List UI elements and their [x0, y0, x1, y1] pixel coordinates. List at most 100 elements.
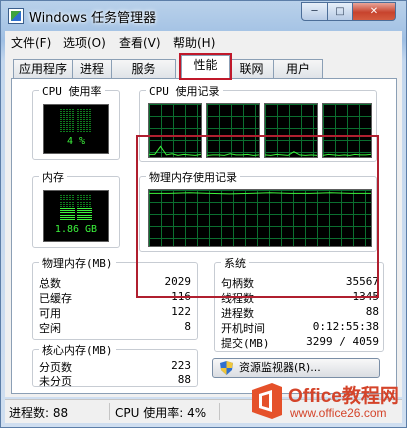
memory-meter-segment — [77, 199, 92, 201]
cpu-meter-segment — [77, 109, 92, 110]
cpu-meter-segment — [77, 127, 92, 128]
stat-row: 可用 122 — [39, 305, 191, 320]
memory-meter-segment — [77, 214, 92, 216]
tab-applications[interactable]: 应用程序 — [13, 59, 73, 78]
resource-monitor-button[interactable]: 资源监视器(R)... — [212, 358, 380, 378]
memory-label: 内存 — [39, 169, 67, 185]
task-manager-icon — [8, 8, 24, 24]
cpu-meter-segment — [60, 109, 75, 110]
cpu-meter-segment — [60, 117, 75, 118]
stat-label: 提交(MB) — [221, 337, 270, 350]
stat-value: 88 — [177, 373, 191, 386]
memory-meter-segment — [60, 197, 75, 199]
stat-row: 空闲 8 — [39, 320, 191, 335]
memory-meter-segment — [60, 205, 75, 207]
memory-meter-segment — [77, 212, 92, 214]
memory-meter-segment — [60, 201, 75, 203]
memory-group: 内存 1.86 GB — [32, 169, 120, 248]
stat-row: 未分页 88 — [39, 373, 191, 388]
menu-help[interactable]: 帮助(H) — [173, 34, 215, 51]
cpu-meter-segment — [77, 125, 92, 126]
cpu-meter-segment — [77, 123, 92, 124]
status-processes: 进程数: 88 — [9, 406, 69, 420]
cpu-meter-segment — [60, 119, 75, 120]
stat-value: 88 — [365, 305, 379, 318]
stat-label: 总数 — [39, 277, 61, 290]
stat-label: 进程数 — [221, 307, 254, 320]
status-cpu: CPU 使用率: 4% — [115, 406, 207, 420]
memory-meter-segment — [77, 205, 92, 207]
memory-meter-segment — [60, 208, 75, 210]
cpu-meter-segment — [77, 119, 92, 120]
memory-meter-segment — [77, 216, 92, 218]
memory-meter-segment — [77, 201, 92, 203]
cpu-meter-segment — [60, 127, 75, 128]
stat-row: 进程数 88 — [221, 305, 379, 320]
memory-meter-segment — [60, 199, 75, 201]
history-graphs-highlight — [136, 135, 379, 298]
tab-processes[interactable]: 进程 — [72, 59, 112, 78]
menu-options[interactable]: 选项(O) — [63, 34, 106, 51]
stat-value: 0:12:55:38 — [312, 320, 379, 333]
maximize-button[interactable]: □ — [327, 2, 353, 21]
stat-label: 已缓存 — [39, 292, 72, 305]
memory-meter: 1.86 GB — [43, 190, 109, 242]
cpu-meter-segment — [77, 121, 92, 122]
title-bar[interactable]: Windows 任务管理器 ─ □ ✕ — [1, 1, 406, 31]
menu-view[interactable]: 查看(V) — [119, 34, 161, 51]
menu-file[interactable]: 文件(F) — [11, 34, 51, 51]
cpu-usage-value: 4 % — [66, 136, 86, 147]
stat-value: 223 — [171, 359, 191, 372]
memory-meter-segment — [60, 203, 75, 205]
physical-memory-label: 物理内存(MB) — [39, 255, 116, 271]
cpu-meter-segment — [60, 125, 75, 126]
stat-value: 8 — [184, 320, 191, 333]
kernel-memory-label: 核心内存(MB) — [39, 342, 116, 358]
memory-meter-segment — [60, 214, 75, 216]
cpu-meter-segment — [77, 113, 92, 114]
office-logo-icon — [252, 383, 282, 419]
close-button[interactable]: ✕ — [352, 2, 396, 21]
memory-meter-segment — [77, 218, 92, 220]
stat-value: 3299 / 4059 — [306, 335, 379, 348]
tab-services[interactable]: 服务 — [111, 59, 176, 78]
stat-row: 分页数 223 — [39, 359, 191, 374]
watermark: Office教程网 www.office26.com — [244, 379, 404, 425]
memory-meter-segment — [60, 212, 75, 214]
cpu-meter-segment — [60, 131, 75, 132]
memory-value: 1.86 GB — [54, 224, 98, 235]
minimize-button[interactable]: ─ — [301, 2, 328, 21]
cpu-usage-meter: 4 % — [43, 104, 109, 154]
memory-meter-segment — [60, 210, 75, 212]
task-manager-window: Windows 任务管理器 ─ □ ✕ 文件(F) 选项(O) 查看(V) 帮助… — [0, 0, 407, 428]
memory-meter-segment — [60, 218, 75, 220]
menu-bar: 文件(F) 选项(O) 查看(V) 帮助(H) — [5, 31, 402, 51]
performance-tab-highlight — [179, 53, 232, 80]
cpu-meter-segment — [60, 111, 75, 112]
shield-icon — [220, 361, 233, 375]
memory-meter-segment — [60, 195, 75, 197]
status-divider — [109, 403, 110, 420]
memory-meter-segment — [77, 208, 92, 210]
cpu-meter-segment — [60, 115, 75, 116]
cpu-meter-segment — [60, 121, 75, 122]
watermark-url: www.office26.com — [290, 406, 387, 420]
stat-value: 122 — [171, 305, 191, 318]
cpu-meter-segment — [60, 129, 75, 130]
status-divider — [219, 403, 220, 420]
cpu-history-label: CPU 使用记录 — [146, 83, 223, 99]
memory-meter-segment — [77, 203, 92, 205]
window-title: Windows 任务管理器 — [29, 11, 157, 26]
cpu-meter-segment — [77, 117, 92, 118]
tab-networking[interactable]: 联网 — [229, 59, 274, 78]
cpu-meter-segment — [60, 113, 75, 114]
cpu-meter-segment — [77, 129, 92, 130]
tab-users[interactable]: 用户 — [273, 59, 323, 78]
memory-meter-segment — [60, 216, 75, 218]
cpu-usage-group: CPU 使用率 4 % — [32, 83, 120, 160]
memory-meter-segment — [77, 197, 92, 199]
stat-row: 开机时间 0:12:55:38 — [221, 320, 379, 335]
kernel-memory-group: 核心内存(MB) 分页数 223 未分页 88 — [32, 342, 198, 388]
stat-label: 可用 — [39, 307, 61, 320]
stat-row: 提交(MB) 3299 / 4059 — [221, 335, 379, 350]
